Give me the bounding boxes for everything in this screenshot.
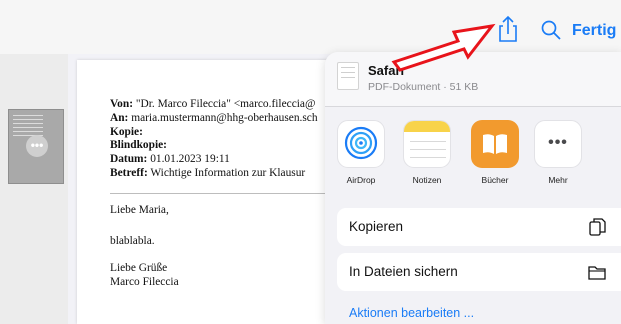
share-sheet: Safari PDF-Dokument · 51 KB AirDrop Noti… bbox=[325, 52, 621, 324]
books-icon bbox=[471, 120, 519, 168]
header-label: Datum: bbox=[110, 153, 148, 166]
app-label: AirDrop bbox=[346, 175, 376, 185]
pdf-file-icon bbox=[337, 62, 359, 90]
header-cc: Kopie: bbox=[110, 126, 318, 140]
app-label: Mehr bbox=[548, 175, 568, 185]
copy-icon bbox=[589, 218, 606, 236]
header-subject: Betreff: Wichtige Information zur Klausu… bbox=[110, 167, 318, 181]
more-icon: ••• bbox=[534, 120, 582, 168]
done-button[interactable]: Fertig bbox=[572, 22, 616, 40]
email-closing: Liebe Grüße Marco Fileccia bbox=[110, 262, 179, 290]
app-books[interactable]: Bücher bbox=[465, 120, 525, 185]
signature-line: Marco Fileccia bbox=[110, 275, 179, 288]
save-to-files-action[interactable]: In Dateien sichern bbox=[337, 253, 621, 291]
closing-line: Liebe Grüße bbox=[110, 262, 168, 274]
email-greeting: Liebe Maria, bbox=[110, 204, 169, 216]
search-icon bbox=[541, 20, 561, 40]
app-more[interactable]: ••• Mehr bbox=[528, 120, 588, 185]
header-to: An: maria.mustermann@hhg-oberhausen.sch bbox=[110, 112, 318, 126]
header-label: Kopie: bbox=[110, 125, 143, 138]
folder-icon bbox=[588, 266, 606, 280]
header-value: "Dr. Marco Fileccia" <marco.fileccia@ bbox=[133, 98, 316, 110]
notes-icon bbox=[403, 120, 451, 168]
header-date: Datum: 01.01.2023 19:11 bbox=[110, 153, 318, 167]
share-apps-row: AirDrop Notizen Bücher ••• Mehr bbox=[325, 120, 621, 190]
action-label: Kopieren bbox=[349, 219, 404, 234]
thumbnail-more-icon[interactable]: ••• bbox=[26, 135, 48, 157]
header-value: 01.01.2023 19:11 bbox=[147, 153, 230, 166]
header-label: Blindkopie: bbox=[110, 139, 167, 152]
app-airdrop[interactable]: AirDrop bbox=[331, 120, 391, 185]
top-toolbar: Fertig bbox=[0, 0, 621, 54]
annotation-arrow bbox=[391, 23, 496, 72]
app-label: Bücher bbox=[481, 175, 509, 185]
edit-actions-link[interactable]: Aktionen bearbeiten ... bbox=[349, 306, 474, 320]
search-button[interactable] bbox=[540, 18, 562, 42]
header-label: Betreff: bbox=[110, 166, 148, 179]
header-label: An: bbox=[110, 111, 129, 124]
action-label: In Dateien sichern bbox=[349, 264, 458, 279]
email-body: blablabla. bbox=[110, 235, 155, 247]
header-divider bbox=[110, 193, 330, 194]
header-bcc: Blindkopie: bbox=[110, 139, 318, 153]
header-value: Wichtige Information zur Klausur bbox=[147, 166, 306, 179]
page-thumbnail[interactable]: ••• bbox=[8, 109, 64, 184]
header-from: Von: "Dr. Marco Fileccia" <marco.filecci… bbox=[110, 98, 318, 112]
page-thumbnail-sidebar: ••• bbox=[0, 54, 68, 324]
airdrop-icon bbox=[337, 120, 385, 168]
header-label: Von: bbox=[110, 98, 134, 110]
app-label: Notizen bbox=[412, 175, 442, 185]
app-notes[interactable]: Notizen bbox=[397, 120, 457, 185]
copy-action[interactable]: Kopieren bbox=[337, 208, 621, 246]
header-value: maria.mustermann@hhg-oberhausen.sch bbox=[128, 111, 318, 124]
email-header: Von: "Dr. Marco Fileccia" <marco.filecci… bbox=[110, 98, 318, 181]
